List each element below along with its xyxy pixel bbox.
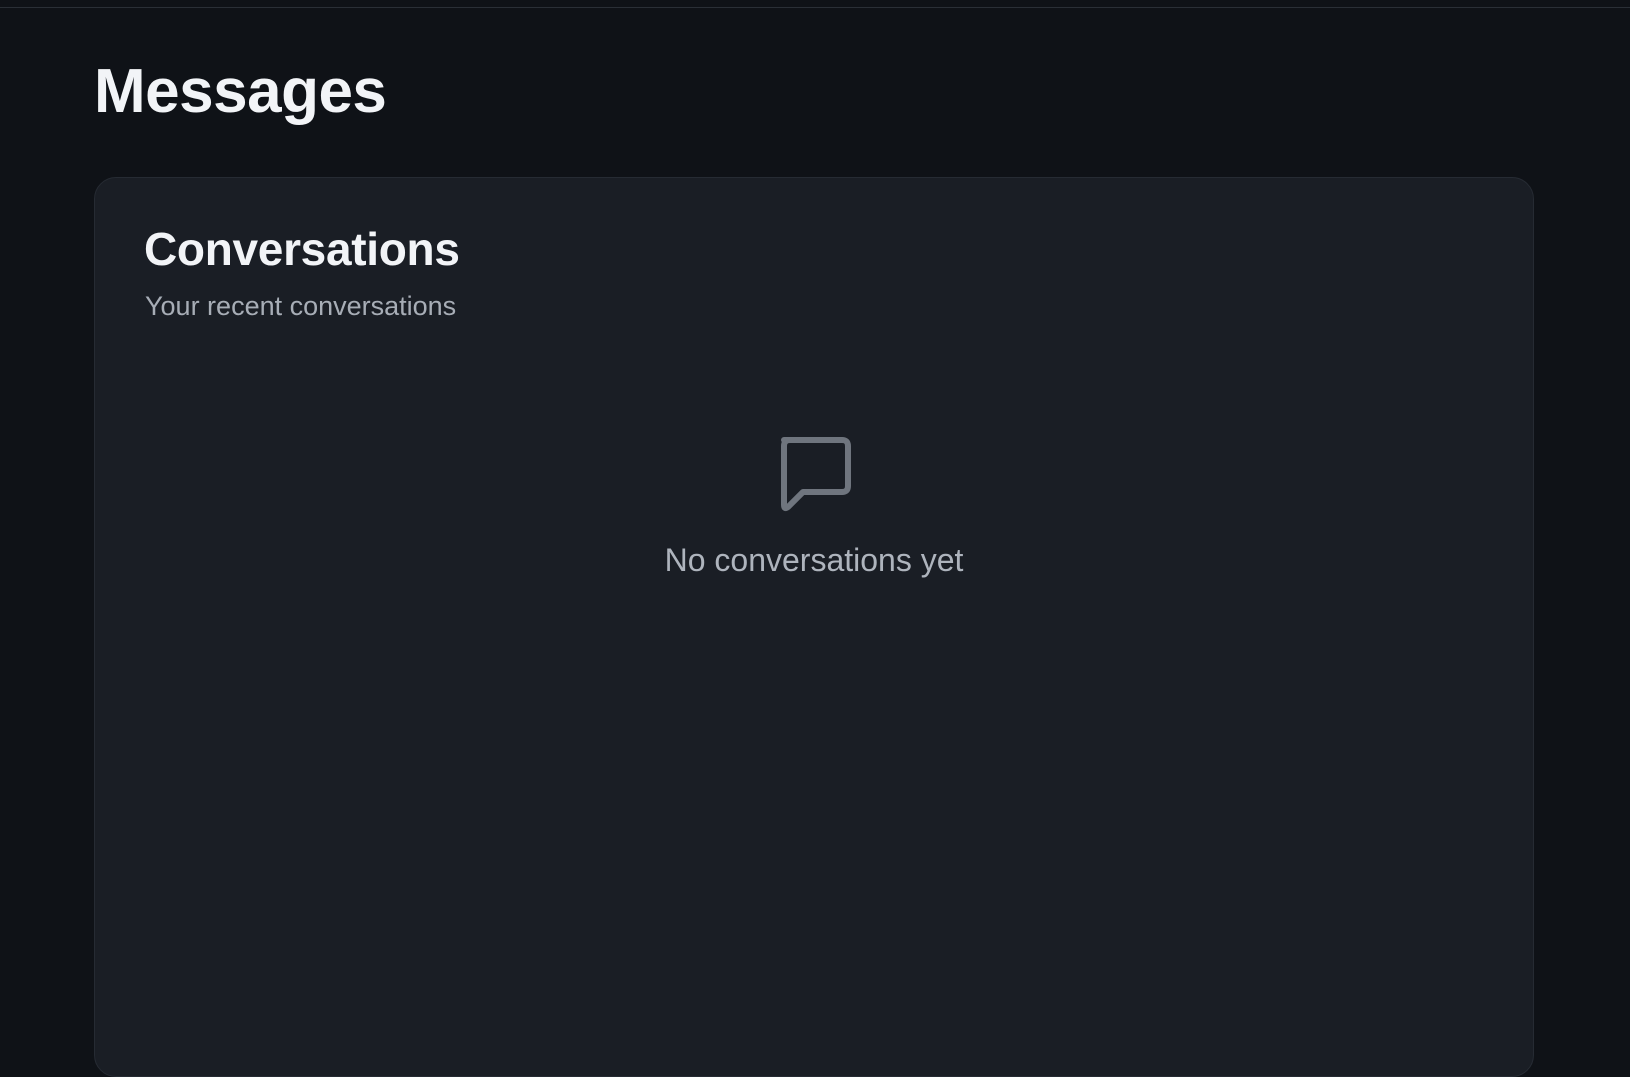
- top-border: [0, 0, 1630, 8]
- empty-state: No conversations yet: [95, 428, 1533, 579]
- card-title: Conversations: [144, 223, 460, 275]
- card-subtitle: Your recent conversations: [145, 291, 457, 321]
- conversations-card: Conversations Your recent conversations …: [94, 177, 1534, 1077]
- page-title: Messages: [94, 57, 387, 126]
- empty-state-text: No conversations yet: [664, 542, 964, 578]
- message-square-icon: [772, 428, 856, 512]
